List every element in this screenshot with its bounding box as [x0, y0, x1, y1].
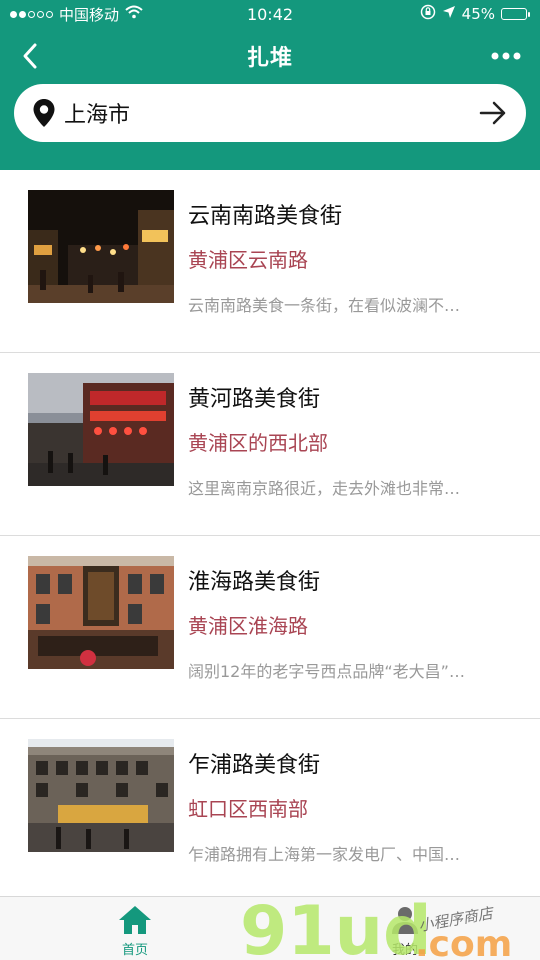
list-item[interactable]: 乍浦路美食街 虹口区西南部 乍浦路拥有上海第一家发电厂、中国…: [0, 719, 540, 902]
city-search-input[interactable]: [64, 100, 476, 126]
item-description: 云南南路美食一条街，在看似波澜不…: [188, 296, 461, 315]
home-icon: [119, 906, 151, 934]
item-description: 阔别12年的老字号西点品牌“老大昌”…: [188, 662, 465, 681]
page-title: 扎堆: [246, 46, 293, 71]
back-button[interactable]: [14, 38, 46, 74]
status-bar: 中国移动 10:42 45%: [0, 0, 540, 28]
list-item[interactable]: 云南南路美食街 黄浦区云南路 云南南路美食一条街，在看似波澜不…: [0, 170, 540, 353]
food-street-photo: [28, 739, 174, 852]
item-location: 黄浦区淮海路: [188, 614, 308, 638]
item-location: 黄浦区云南路: [188, 248, 308, 272]
user-icon: [392, 907, 418, 934]
food-street-photo: [28, 373, 174, 486]
item-description: 这里离南京路很近，走去外滩也非常…: [188, 479, 461, 498]
navigation-bar: 扎堆: [0, 32, 540, 80]
more-dots-icon: [491, 52, 521, 60]
food-street-list: 云南南路美食街 黄浦区云南路 云南南路美食一条街，在看似波澜不… 黄河路美食街 …: [0, 170, 540, 902]
clock: 10:42: [246, 4, 294, 24]
search-go-button[interactable]: [476, 96, 510, 130]
city-search-box: [14, 84, 526, 142]
chevron-left-icon: [23, 43, 37, 69]
item-title: 黄河路美食街: [188, 387, 321, 412]
tab-mine-label: 我的: [391, 943, 418, 958]
header: 中国移动 10:42 45% 扎堆: [0, 0, 540, 170]
tab-home[interactable]: 首页: [75, 897, 195, 960]
tab-home-label: 首页: [121, 943, 148, 958]
item-location: 虹口区西南部: [188, 797, 308, 821]
bottom-tab-bar: 首页 我的: [0, 896, 540, 960]
item-title: 乍浦路美食街: [188, 753, 321, 778]
more-button[interactable]: [486, 38, 526, 74]
item-title: 云南南路美食街: [188, 204, 343, 229]
location-pin-icon: [32, 98, 58, 128]
list-item[interactable]: 黄河路美食街 黄浦区的西北部 这里离南京路很近，走去外滩也非常…: [0, 353, 540, 536]
list-item[interactable]: 淮海路美食街 黄浦区淮海路 阔别12年的老字号西点品牌“老大昌”…: [0, 536, 540, 719]
item-description: 乍浦路拥有上海第一家发电厂、中国…: [188, 845, 461, 864]
item-location: 黄浦区的西北部: [188, 431, 328, 455]
food-street-photo: [28, 556, 174, 669]
arrow-right-icon: [479, 101, 506, 125]
tab-mine[interactable]: 我的: [345, 897, 465, 960]
food-street-photo: [28, 190, 174, 303]
item-title: 淮海路美食街: [188, 570, 321, 595]
